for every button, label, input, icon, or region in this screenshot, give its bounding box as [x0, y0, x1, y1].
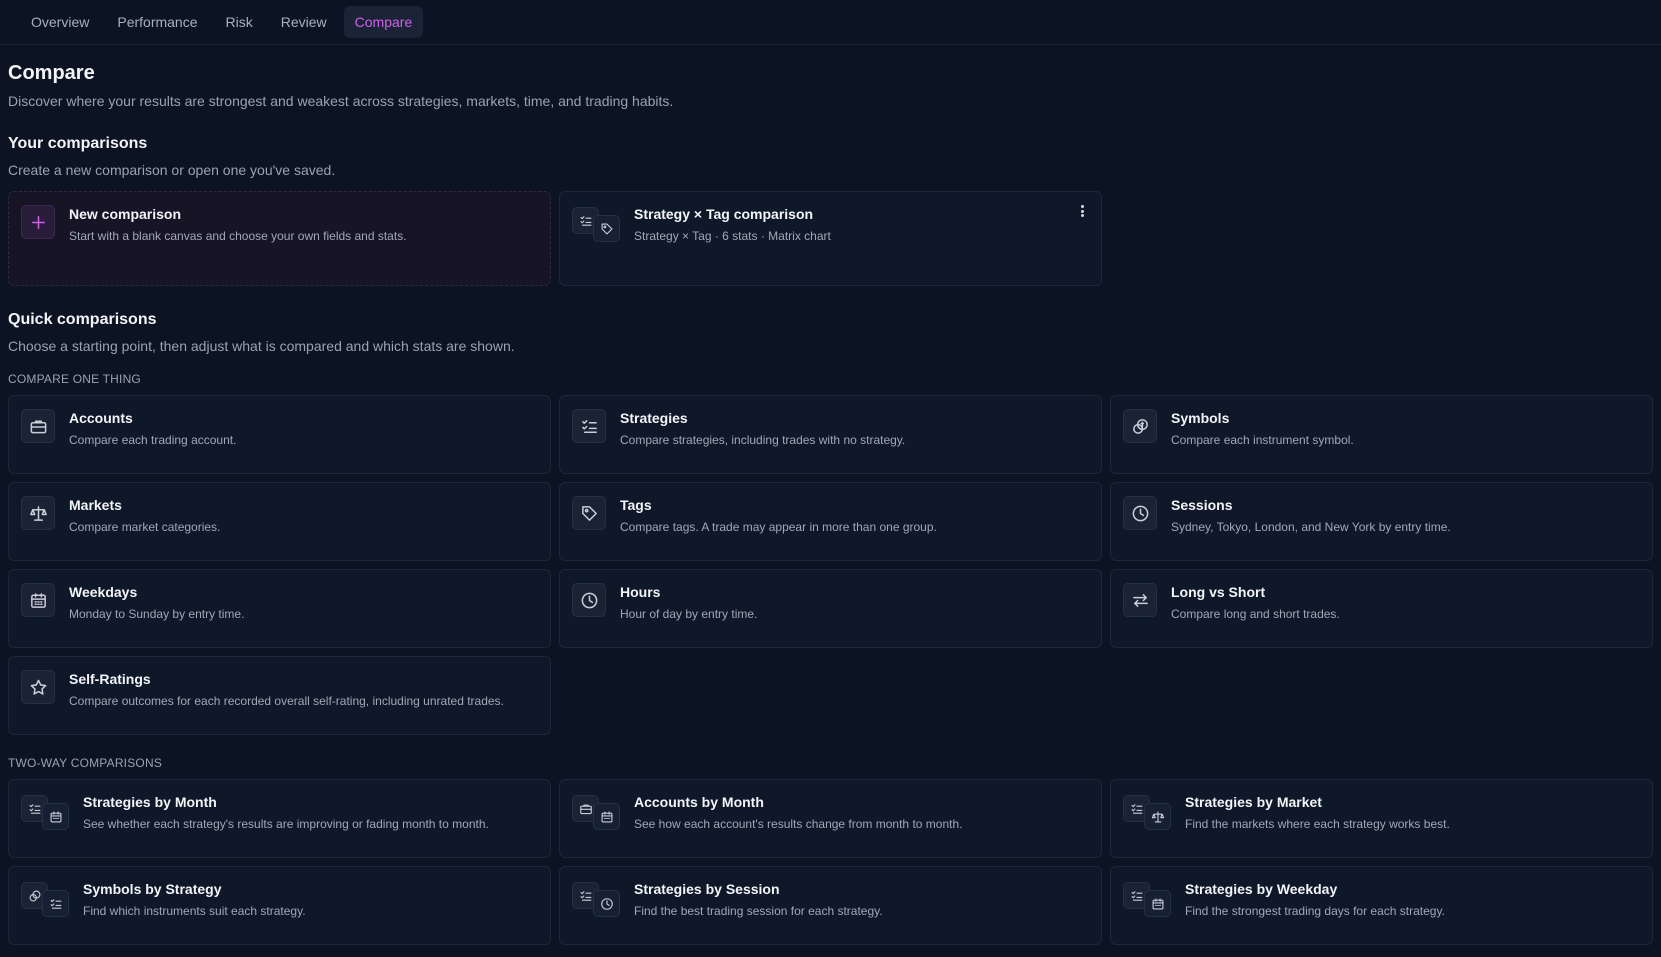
two-way-card-strategies-by-market[interactable]: Strategies by Market Find the markets wh… — [1110, 779, 1653, 858]
tab-compare[interactable]: Compare — [343, 6, 424, 38]
saved-comparisons-grid: New comparison Start with a blank canvas… — [8, 191, 1653, 286]
two-way-card-strategies-by-session[interactable]: Strategies by Session Find the best trad… — [559, 866, 1102, 945]
card-description: Compare outcomes for each recorded overa… — [69, 694, 504, 708]
quick-card-strategies[interactable]: Strategies Compare strategies, including… — [559, 395, 1102, 474]
tag-icon — [572, 496, 606, 530]
card-title: Strategy × Tag comparison — [634, 206, 814, 222]
checklist-icon — [42, 890, 69, 917]
card-description: Find the best trading session for each s… — [634, 904, 883, 918]
compare-page: Compare Discover where your results are … — [0, 62, 1661, 945]
clock-icon — [593, 890, 620, 917]
card-description: Monday to Sunday by entry time. — [69, 607, 245, 621]
coins-icon — [1123, 409, 1157, 443]
two-way-card-strategies-by-month[interactable]: Strategies by Month See whether each str… — [8, 779, 551, 858]
arrows-icon — [1123, 583, 1157, 617]
card-title: Symbols — [1171, 410, 1230, 426]
page-title: Compare — [8, 62, 95, 84]
two-way-grid: Strategies by Month See whether each str… — [8, 779, 1653, 945]
quick-card-tags[interactable]: Tags Compare tags. A trade may appear in… — [559, 482, 1102, 561]
card-title: Self-Ratings — [69, 671, 151, 687]
your-comparisons-title: Your comparisons — [8, 135, 148, 152]
card-description: Compare tags. A trade may appear in more… — [620, 520, 937, 534]
card-description: Sydney, Tokyo, London, and New York by e… — [1171, 520, 1451, 534]
your-comparisons-subtitle: Create a new comparison or open one you'… — [8, 162, 336, 178]
card-description: See whether each strategy's results are … — [83, 817, 489, 831]
icon-pair — [572, 795, 624, 831]
card-title: Strategies by Market — [1185, 794, 1322, 810]
two-way-card-symbols-by-strategy[interactable]: Symbols by Strategy Find which instrumen… — [8, 866, 551, 945]
quick-card-sessions[interactable]: Sessions Sydney, Tokyo, London, and New … — [1110, 482, 1653, 561]
quick-card-hours[interactable]: Hours Hour of day by entry time. — [559, 569, 1102, 648]
card-title: Markets — [69, 497, 122, 513]
top-nav: Overview Performance Risk Review Compare — [0, 0, 1661, 45]
two-way-card-accounts-by-month[interactable]: Accounts by Month See how each account's… — [559, 779, 1102, 858]
plus-icon — [21, 205, 55, 239]
clock-icon — [1123, 496, 1157, 530]
card-title: Strategies by Session — [634, 881, 780, 897]
compare-one-thing-caption: COMPARE ONE THING — [8, 372, 141, 386]
calendar-icon — [42, 803, 69, 830]
card-description: See how each account's results change fr… — [634, 817, 963, 831]
card-description: Hour of day by entry time. — [620, 607, 758, 621]
quick-card-markets[interactable]: Markets Compare market categories. — [8, 482, 551, 561]
card-title: Strategies by Weekday — [1185, 881, 1338, 897]
card-title: Tags — [620, 497, 652, 513]
card-description: Find which instruments suit each strateg… — [83, 904, 306, 918]
new-comparison-card[interactable]: New comparison Start with a blank canvas… — [8, 191, 551, 286]
card-description: Compare each trading account. — [69, 433, 237, 447]
more-options-icon[interactable] — [1077, 203, 1087, 219]
quick-card-long-vs-short[interactable]: Long vs Short Compare long and short tra… — [1110, 569, 1653, 648]
quick-card-accounts[interactable]: Accounts Compare each trading account. — [8, 395, 551, 474]
card-description: Start with a blank canvas and choose you… — [69, 229, 407, 243]
star-icon — [21, 670, 55, 704]
card-title: Weekdays — [69, 584, 138, 600]
tag-icon — [593, 215, 620, 242]
card-title: Strategies — [620, 410, 688, 426]
card-title: Hours — [620, 584, 661, 600]
quick-comparisons-subtitle: Choose a starting point, then adjust wha… — [8, 338, 515, 354]
icon-pair — [1123, 882, 1175, 918]
calendar-icon — [21, 583, 55, 617]
one-thing-grid: Accounts Compare each trading account. S… — [8, 395, 1653, 735]
icon-pair — [572, 207, 624, 243]
card-title: Accounts — [69, 410, 133, 426]
two-way-card-strategies-by-weekday[interactable]: Strategies by Weekday Find the strongest… — [1110, 866, 1653, 945]
quick-card-weekdays[interactable]: Weekdays Monday to Sunday by entry time. — [8, 569, 551, 648]
card-title: Accounts by Month — [634, 794, 764, 810]
card-title: Sessions — [1171, 497, 1233, 513]
card-title: Symbols by Strategy — [83, 881, 222, 897]
icon-pair — [572, 882, 624, 918]
calendar-icon — [593, 803, 620, 830]
tab-performance[interactable]: Performance — [106, 6, 208, 38]
scale-icon — [21, 496, 55, 530]
quick-card-self-ratings[interactable]: Self-Ratings Compare outcomes for each r… — [8, 656, 551, 735]
icon-pair — [1123, 795, 1175, 831]
card-description: Compare market categories. — [69, 520, 221, 534]
calendar-icon — [1144, 890, 1171, 917]
tab-risk[interactable]: Risk — [215, 6, 264, 38]
card-description: Compare strategies, including trades wit… — [620, 433, 906, 447]
card-description: Compare each instrument symbol. — [1171, 433, 1354, 447]
card-title: New comparison — [69, 206, 182, 222]
icon-pair — [21, 882, 73, 918]
saved-comparison-card[interactable]: Strategy × Tag comparison Strategy × Tag… — [559, 191, 1102, 286]
page-subtitle: Discover where your results are stronges… — [8, 93, 674, 109]
two-way-caption: TWO-WAY COMPARISONS — [8, 756, 163, 770]
briefcase-icon — [21, 409, 55, 443]
tab-overview[interactable]: Overview — [20, 6, 100, 38]
card-description: Find the markets where each strategy wor… — [1185, 817, 1450, 831]
card-description: Compare long and short trades. — [1171, 607, 1340, 621]
quick-comparisons-title: Quick comparisons — [8, 311, 157, 328]
tab-review[interactable]: Review — [270, 6, 338, 38]
checklist-icon — [572, 409, 606, 443]
card-description: Find the strongest trading days for each… — [1185, 904, 1445, 918]
icon-pair — [21, 795, 73, 831]
clock-icon — [572, 583, 606, 617]
scale-icon — [1144, 803, 1171, 830]
card-title: Strategies by Month — [83, 794, 217, 810]
card-description: Strategy × Tag · 6 stats · Matrix chart — [634, 229, 831, 243]
card-title: Long vs Short — [1171, 584, 1266, 600]
quick-card-symbols[interactable]: Symbols Compare each instrument symbol. — [1110, 395, 1653, 474]
